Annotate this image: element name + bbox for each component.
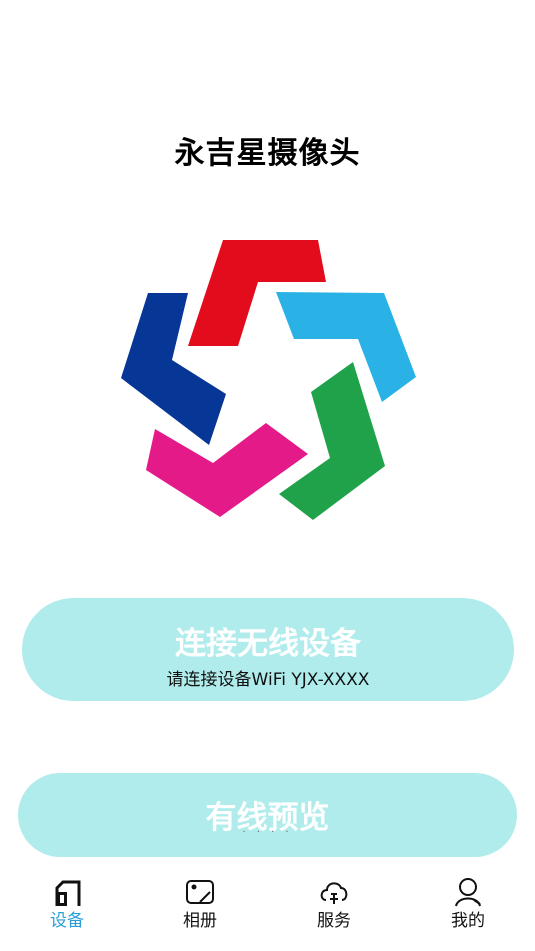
logo-magenta-segment (146, 423, 308, 517)
tab-album[interactable]: 相册 (160, 868, 240, 931)
brand-logo (121, 240, 416, 520)
profile-icon (455, 878, 481, 907)
bottom-tab-bar: 设备 相册 服务 我的 (0, 868, 535, 951)
service-icon (320, 882, 348, 904)
device-icon (55, 880, 81, 906)
connect-wireless-subtitle: 请连接设备WiFi YJX-XXXX (166, 670, 370, 690)
tab-service[interactable]: 服务 (294, 868, 374, 931)
tab-service-label: 服务 (317, 911, 351, 931)
tab-profile[interactable]: 我的 (428, 868, 508, 931)
tab-device[interactable]: 设备 (27, 868, 107, 931)
loading-dots: · · · · (242, 827, 293, 838)
wired-preview-button[interactable]: 有线预览 · · · · (18, 773, 517, 857)
connect-wireless-title: 连接无线设备 (175, 626, 361, 662)
album-icon (186, 880, 214, 904)
tab-album-label: 相册 (183, 911, 217, 931)
tab-device-label: 设备 (50, 911, 84, 931)
page-title: 永吉星摄像头 (174, 136, 361, 171)
logo-green-segment (279, 362, 385, 520)
connect-wireless-button[interactable]: 连接无线设备 请连接设备WiFi YJX-XXXX (22, 598, 514, 701)
tab-profile-label: 我的 (451, 911, 485, 931)
